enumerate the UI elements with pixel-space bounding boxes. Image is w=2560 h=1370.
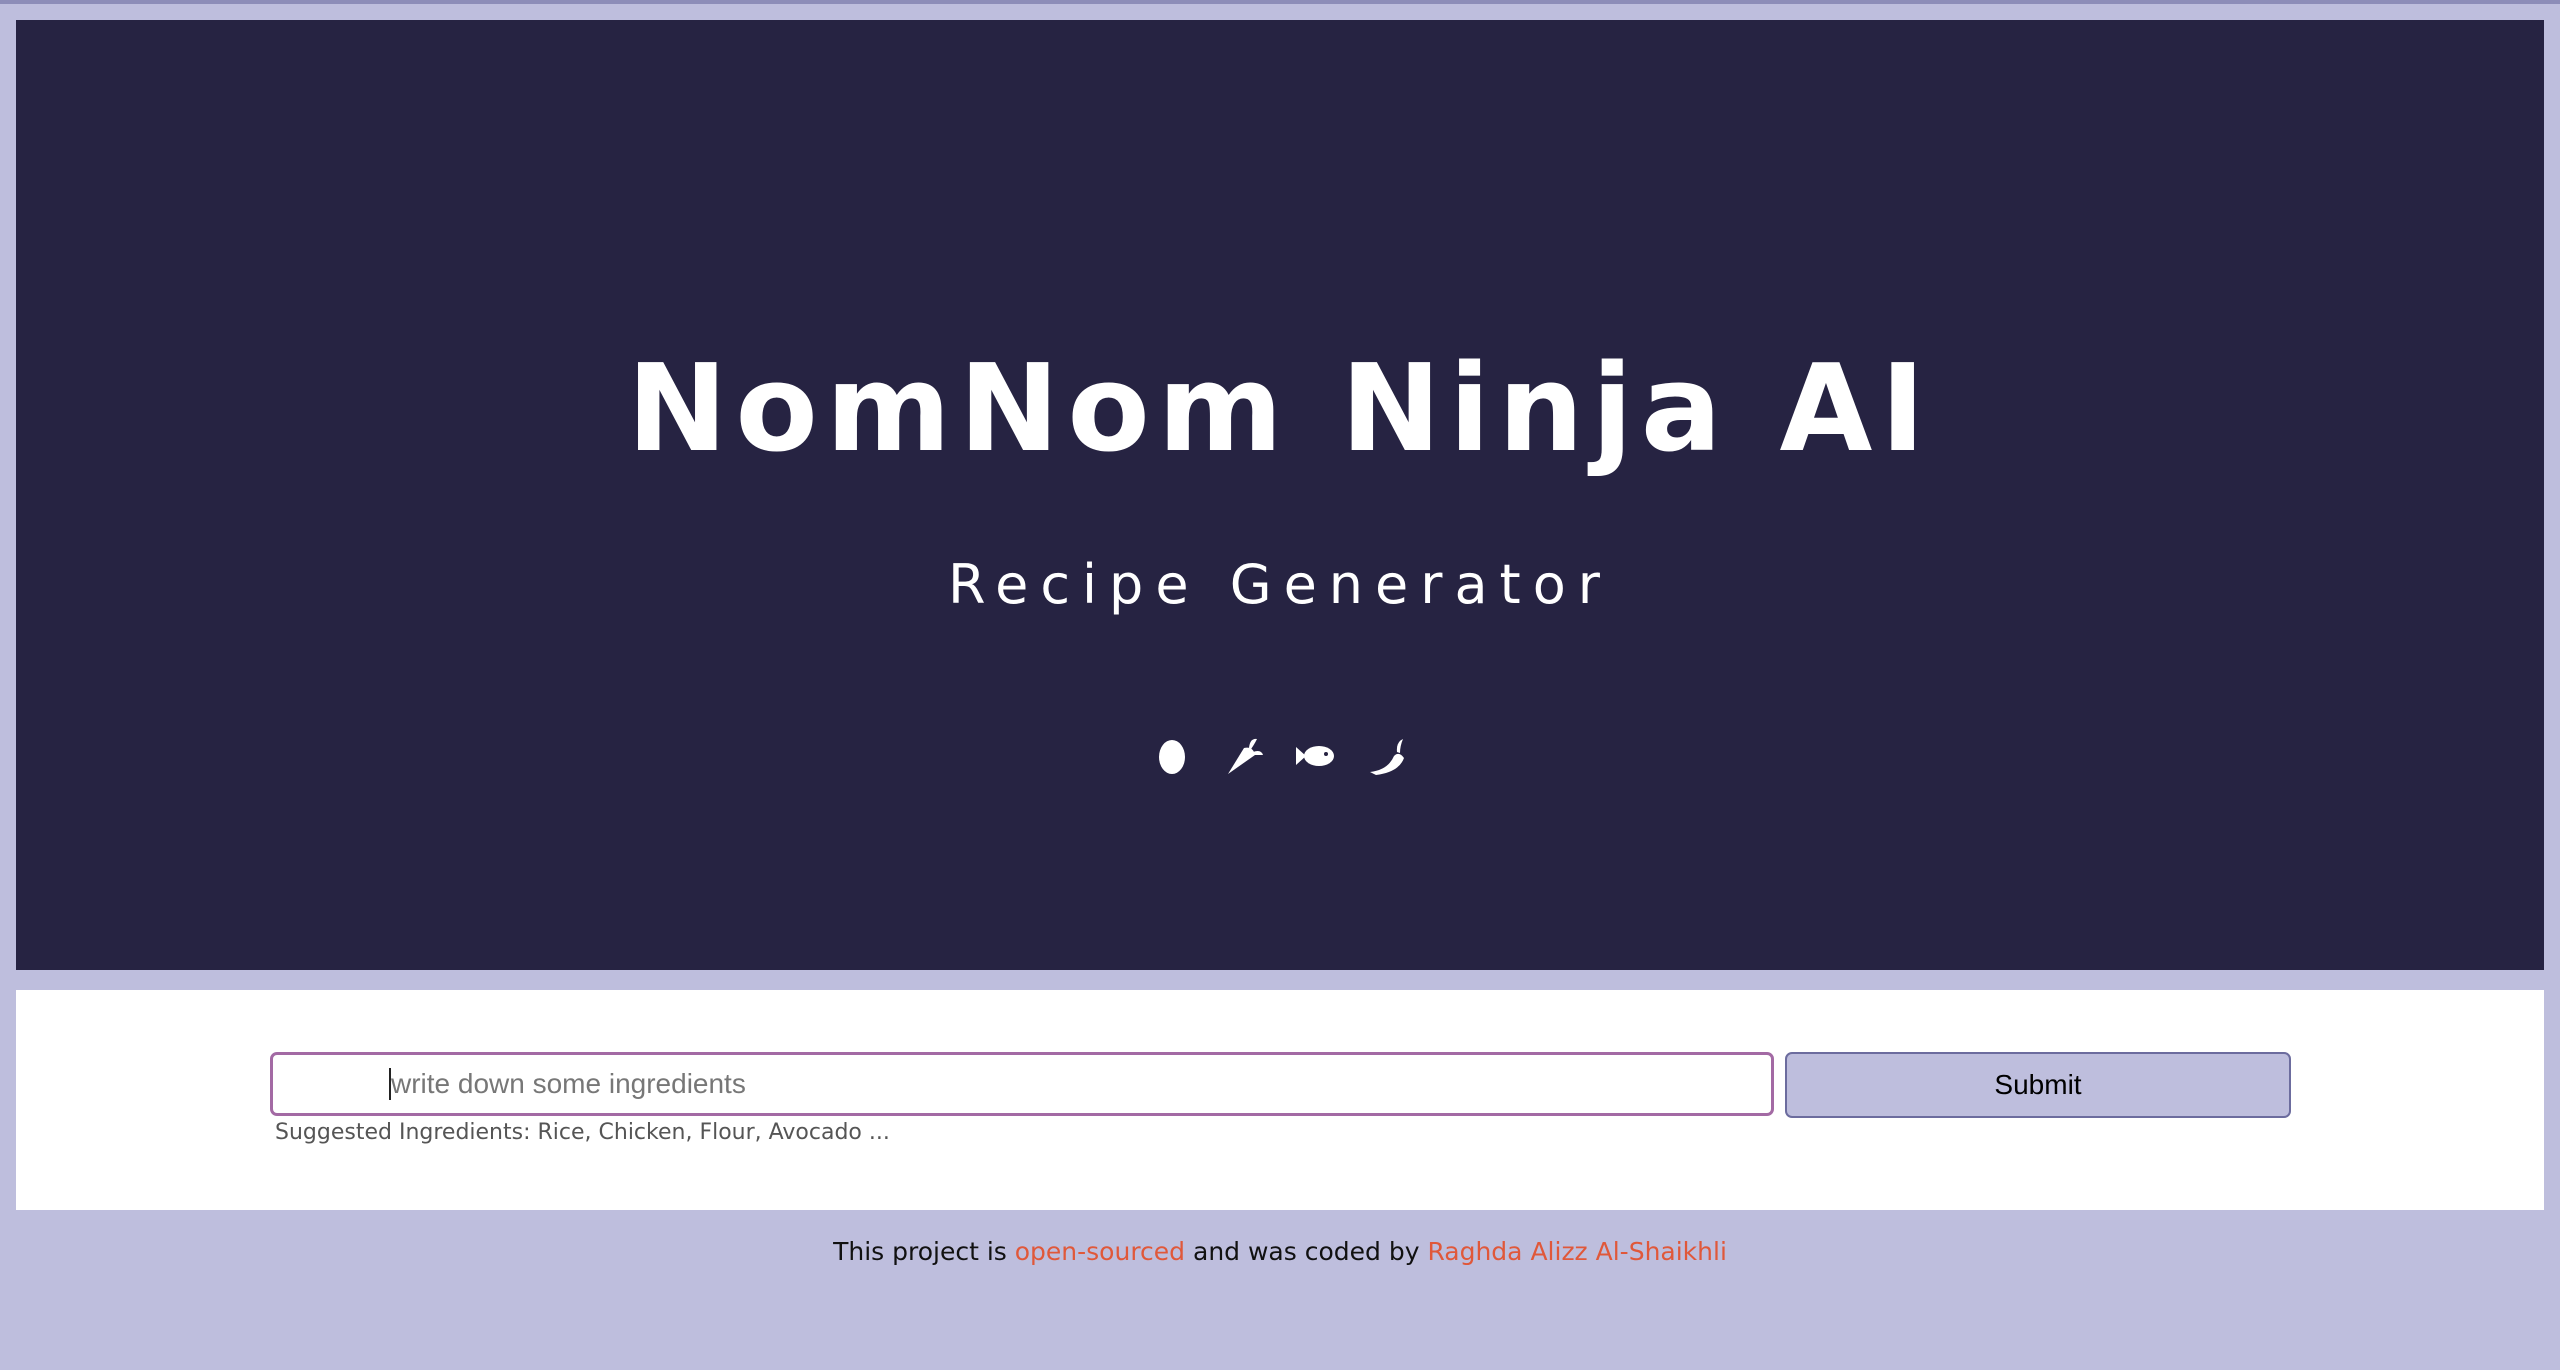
- app-subtitle: Recipe Generator: [948, 553, 1612, 616]
- footer-prefix: This project is: [833, 1237, 1015, 1266]
- top-border: [0, 0, 2560, 4]
- app-title: NomNom Ninja AI: [627, 340, 1933, 479]
- ingredients-input[interactable]: [270, 1052, 1774, 1116]
- footer-middle: and was coded by: [1185, 1237, 1428, 1266]
- text-caret: [389, 1068, 391, 1100]
- ingredient-form: Submit Suggested Ingredients: Rice, Chic…: [16, 990, 2544, 1210]
- author-link[interactable]: Raghda Alizz Al-Shaikhli: [1427, 1237, 1726, 1266]
- submit-button[interactable]: Submit: [1785, 1052, 2291, 1118]
- open-source-link[interactable]: open-sourced: [1015, 1237, 1185, 1266]
- ingredient-icons: [16, 732, 2544, 780]
- fish-icon: [1291, 732, 1341, 780]
- pepper-icon: [1363, 732, 1413, 780]
- carrot-icon: [1219, 732, 1269, 780]
- footer: This project is open-sourced and was cod…: [0, 1234, 2560, 1270]
- egg-icon: [1147, 732, 1197, 780]
- suggested-ingredients: Suggested Ingredients: Rice, Chicken, Fl…: [275, 1120, 890, 1145]
- hero-banner: NomNom Ninja AI Recipe Generator: [16, 20, 2544, 970]
